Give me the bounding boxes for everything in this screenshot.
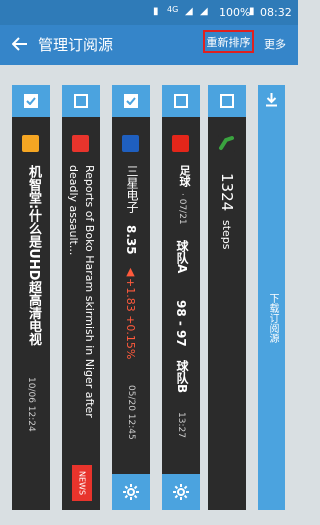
checkmark-icon [124, 94, 138, 108]
download-button[interactable] [258, 85, 285, 113]
card-time: 13:27 [176, 412, 186, 438]
card-checkbox[interactable] [112, 85, 150, 117]
sim-icon: ▮ [153, 6, 159, 17]
card-checkbox[interactable] [208, 85, 246, 117]
feed-card-tech[interactable]: 机智堂:什么是UHD超高清电视 10/06 12:24 [12, 85, 50, 510]
clock: 08:32 [260, 6, 292, 19]
download-label: 下载订阅源 [267, 293, 278, 343]
back-arrow-icon[interactable] [9, 33, 31, 55]
checkmark-icon [24, 94, 38, 108]
stock-name: 三星电子 [125, 165, 139, 213]
card-checkbox[interactable] [12, 85, 50, 117]
shealth-app-icon [218, 135, 235, 152]
score: 98 - 97 [174, 300, 188, 347]
app-bar: 管理订阅源 重新排序 更多 [0, 25, 298, 65]
download-icon [266, 92, 277, 106]
stock-app-icon [122, 135, 139, 152]
card-title: 机智堂:什么是UHD超高清电视 [26, 165, 41, 346]
card-time: 10/06 12:24 [26, 377, 36, 432]
settings-button[interactable] [112, 474, 150, 510]
status-bar: ▮ 4G ◢ ◢ 100% ▮ 08:32 [0, 0, 298, 25]
download-feeds-card[interactable]: 下载订阅源 [258, 85, 285, 510]
signal-icon: ◢ [185, 6, 193, 17]
stock-change: ▲+1.83 +0.15% [124, 265, 137, 360]
flipboard-app-icon [72, 135, 89, 152]
tech-app-icon [22, 135, 39, 152]
sport-date: · 07/21 [177, 193, 187, 225]
feed-card-sports[interactable]: 足球 · 07/21 球队A 98 - 97 球队B 13:27 [162, 85, 200, 510]
feed-card-steps[interactable]: 1324 steps [208, 85, 246, 510]
stock-price: 8.35 [124, 225, 138, 255]
team-b: 球队B [175, 360, 189, 394]
gear-icon [123, 484, 139, 500]
sport-league: 足球 [178, 165, 191, 187]
sports-app-icon [172, 135, 189, 152]
steps-count: 1324 [218, 173, 236, 212]
network-type: 4G [167, 5, 179, 14]
steps-unit: steps [220, 220, 233, 250]
page-title: 管理订阅源 [38, 36, 114, 54]
news-badge: NEWS [72, 465, 92, 501]
settings-button[interactable] [162, 474, 200, 510]
battery-level: 100% [219, 6, 251, 19]
feed-card-news[interactable]: Reports of Boko Haram skirmish in Niger … [62, 85, 100, 510]
feed-card-stock[interactable]: 三星电子 8.35 ▲+1.83 +0.15% 05/20 12:45 [112, 85, 150, 510]
reorder-button[interactable]: 重新排序 [203, 30, 254, 53]
more-button[interactable]: 更多 [264, 36, 286, 52]
team-a: 球队A [175, 240, 189, 274]
card-checkbox[interactable] [162, 85, 200, 117]
battery-icon: ▮ [249, 6, 255, 17]
card-checkbox[interactable] [62, 85, 100, 117]
card-time: 05/20 12:45 [126, 385, 136, 440]
gear-icon [173, 484, 189, 500]
card-title: Reports of Boko Haram skirmish in Niger … [67, 165, 96, 418]
signal-icon-2: ◢ [200, 6, 208, 17]
